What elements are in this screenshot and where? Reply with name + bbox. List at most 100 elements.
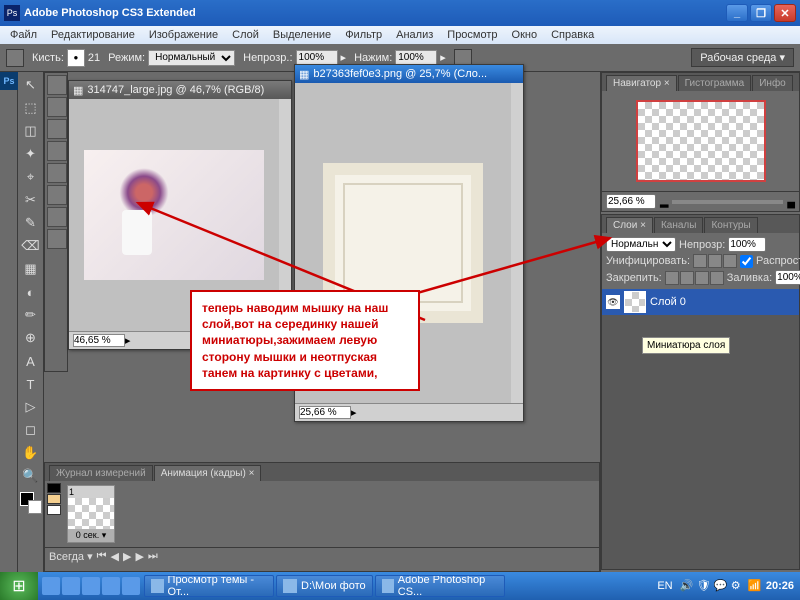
menu-image[interactable]: Изображение: [143, 27, 224, 43]
ql-icon[interactable]: [62, 577, 80, 595]
lock-trans-icon[interactable]: [665, 271, 679, 285]
doc2-zoom-input[interactable]: [299, 406, 351, 419]
lasso-tool[interactable]: ◫: [20, 120, 42, 142]
tray-icon[interactable]: 💬: [714, 579, 728, 593]
tray-icon[interactable]: ⚙: [731, 579, 745, 593]
tray-icon[interactable]: 📶: [748, 579, 762, 593]
maximize-button[interactable]: ❐: [750, 4, 772, 22]
eraser-tool[interactable]: ✏: [20, 304, 42, 326]
prev-frame-icon[interactable]: ◀: [111, 550, 119, 563]
mode-select[interactable]: Нормальный: [148, 50, 235, 66]
zoom-tool[interactable]: 🔍: [20, 465, 42, 487]
ql-icon[interactable]: [82, 577, 100, 595]
tray-icon[interactable]: 🛡: [697, 579, 711, 593]
doc1-zoom-input[interactable]: [73, 334, 125, 347]
swatch[interactable]: [47, 494, 61, 504]
tab-navigator[interactable]: Навигатор ×: [606, 75, 677, 91]
menu-filter[interactable]: Фильтр: [339, 27, 388, 43]
panel-icon[interactable]: [47, 97, 67, 117]
propagate-checkbox[interactable]: [740, 255, 753, 268]
unify-icon[interactable]: [708, 254, 722, 268]
stamp-tool[interactable]: ▦: [20, 258, 42, 280]
navigator-zoom-input[interactable]: [606, 194, 656, 209]
menu-view[interactable]: Просмотр: [441, 27, 503, 43]
tool-preset-icon[interactable]: [6, 49, 24, 67]
panel-icon[interactable]: [47, 75, 67, 95]
taskbar-item-photoshop[interactable]: Adobe Photoshop CS...: [375, 575, 505, 597]
last-frame-icon[interactable]: ⏭: [148, 550, 158, 563]
move-tool[interactable]: ↖: [20, 74, 42, 96]
tab-measurement-log[interactable]: Журнал измерений: [49, 465, 153, 481]
tab-channels[interactable]: Каналы: [654, 217, 704, 233]
navigator-preview[interactable]: [602, 91, 799, 191]
panel-icon[interactable]: [47, 229, 67, 249]
ql-icon[interactable]: [42, 577, 60, 595]
frame-delay[interactable]: 0 сек. ▾: [68, 529, 114, 542]
panel-icon[interactable]: [47, 163, 67, 183]
play-icon[interactable]: ▶: [123, 550, 131, 563]
minimize-button[interactable]: _: [726, 4, 748, 22]
doc2-titlebar[interactable]: ▦ b27363fef0e3.png @ 25,7% (Сло...: [295, 65, 523, 83]
color-swatches[interactable]: [20, 492, 42, 514]
brush-tool[interactable]: ⌫: [20, 235, 42, 257]
dodge-tool[interactable]: A: [20, 350, 42, 372]
path-tool[interactable]: ▷: [20, 396, 42, 418]
menu-file[interactable]: Файл: [4, 27, 43, 43]
taskbar-item-explorer[interactable]: D:\Мои фото: [276, 575, 373, 597]
menu-edit[interactable]: Редактирование: [45, 27, 141, 43]
language-indicator[interactable]: EN: [654, 579, 675, 593]
menu-select[interactable]: Выделение: [267, 27, 337, 43]
menu-help[interactable]: Справка: [545, 27, 600, 43]
clock[interactable]: 20:26: [766, 580, 794, 592]
layer-name[interactable]: Слой 0: [650, 296, 686, 308]
next-frame-icon[interactable]: ▶: [135, 550, 143, 563]
slice-tool[interactable]: ✂: [20, 189, 42, 211]
unify-icon[interactable]: [723, 254, 737, 268]
zoom-in-icon[interactable]: ▄: [787, 196, 795, 208]
history-brush-tool[interactable]: ◐: [20, 281, 42, 303]
type-tool[interactable]: T: [20, 373, 42, 395]
doc1-titlebar[interactable]: ▦ 314747_large.jpg @ 46,7% (RGB/8): [69, 81, 291, 99]
tab-animation[interactable]: Анимация (кадры) ×: [154, 465, 262, 481]
panel-icon[interactable]: [47, 207, 67, 227]
shape-tool[interactable]: ◻: [20, 419, 42, 441]
heal-tool[interactable]: ✎: [20, 212, 42, 234]
panel-icon[interactable]: [47, 141, 67, 161]
start-button[interactable]: [0, 572, 38, 600]
tab-paths[interactable]: Контуры: [704, 217, 757, 233]
lock-pixels-icon[interactable]: [680, 271, 694, 285]
wand-tool[interactable]: ✦: [20, 143, 42, 165]
ql-icon[interactable]: [102, 577, 120, 595]
ql-icon[interactable]: [122, 577, 140, 595]
unify-icon[interactable]: [693, 254, 707, 268]
zoom-out-icon[interactable]: ▂: [660, 195, 668, 208]
tab-info[interactable]: Инфо: [752, 75, 793, 91]
panel-icon[interactable]: [47, 185, 67, 205]
marquee-tool[interactable]: ⬚: [20, 97, 42, 119]
tray-icon[interactable]: 🔊: [680, 579, 694, 593]
layer-fill-input[interactable]: [775, 270, 800, 285]
close-button[interactable]: ✕: [774, 4, 796, 22]
hand-tool[interactable]: ✋: [20, 442, 42, 464]
taskbar-item-browser[interactable]: Просмотр темы - От...: [144, 575, 274, 597]
swatch[interactable]: [47, 505, 61, 515]
workspace-button[interactable]: Рабочая среда ▾: [691, 48, 794, 67]
animation-frame-1[interactable]: 1 0 сек. ▾: [67, 485, 115, 543]
brush-preview[interactable]: [67, 49, 85, 67]
zoom-slider[interactable]: [672, 200, 783, 204]
tab-histogram[interactable]: Гистограмма: [678, 75, 752, 91]
crop-tool[interactable]: ⌖: [20, 166, 42, 188]
menu-window[interactable]: Окно: [506, 27, 544, 43]
lock-all-icon[interactable]: [710, 271, 724, 285]
gradient-tool[interactable]: ⊕: [20, 327, 42, 349]
panel-icon[interactable]: [47, 119, 67, 139]
menu-analysis[interactable]: Анализ: [390, 27, 439, 43]
layer-thumbnail[interactable]: [624, 291, 646, 313]
swatch[interactable]: [47, 483, 61, 493]
layer-opacity-input[interactable]: [728, 237, 766, 252]
lock-pos-icon[interactable]: [695, 271, 709, 285]
menu-layer[interactable]: Слой: [226, 27, 265, 43]
layer-item-0[interactable]: 👁 Слой 0: [602, 289, 799, 315]
first-frame-icon[interactable]: ⏮: [97, 550, 107, 563]
loop-select[interactable]: Всегда ▾: [49, 550, 93, 563]
